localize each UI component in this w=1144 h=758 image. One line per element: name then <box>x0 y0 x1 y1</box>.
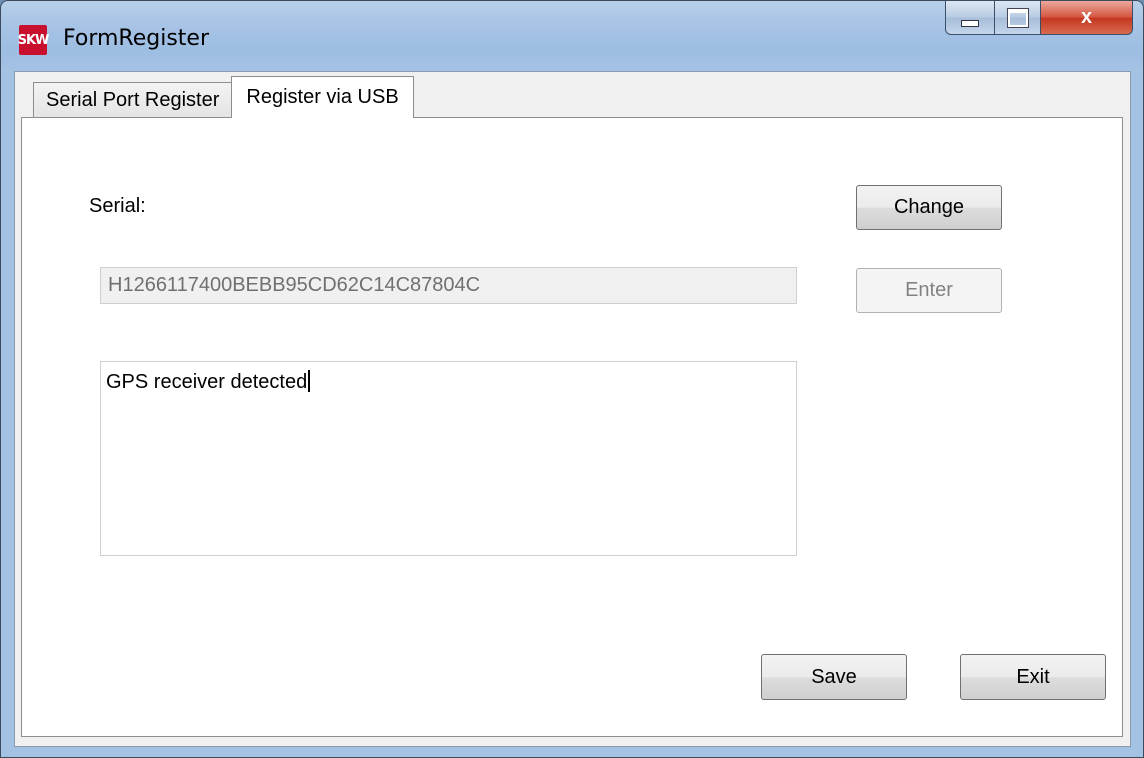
window-title: FormRegister <box>63 26 209 51</box>
form-register-window: SKW FormRegister x Serial Port Register … <box>0 0 1144 758</box>
maximize-button[interactable] <box>995 1 1041 35</box>
status-log-text: GPS receiver detected <box>106 371 308 393</box>
tab-register-via-usb[interactable]: Register via USB <box>231 76 414 118</box>
client-area: Serial Port Register Register via USB Se… <box>14 71 1131 747</box>
title-bar[interactable]: SKW FormRegister x <box>1 1 1143 71</box>
close-button[interactable]: x <box>1041 1 1133 35</box>
change-button[interactable]: Change <box>856 185 1002 230</box>
serial-label: Serial: <box>89 195 146 217</box>
enter-button[interactable]: Enter <box>856 268 1002 313</box>
tab-strip: Serial Port Register Register via USB <box>33 74 414 118</box>
close-icon: x <box>1080 6 1093 28</box>
text-caret <box>308 370 311 392</box>
minimize-icon <box>961 20 979 27</box>
tab-serial-port-register[interactable]: Serial Port Register <box>33 82 233 118</box>
maximize-icon <box>1007 8 1028 27</box>
register-via-usb-panel: Serial: H1266117400BEBB95CD62C14C87804C … <box>21 117 1123 737</box>
serial-field[interactable]: H1266117400BEBB95CD62C14C87804C <box>100 267 797 304</box>
app-icon[interactable]: SKW <box>18 25 49 55</box>
minimize-button[interactable] <box>945 1 995 35</box>
save-button[interactable]: Save <box>761 654 907 700</box>
status-log-textarea[interactable]: GPS receiver detected <box>100 361 797 556</box>
window-controls: x <box>945 1 1133 35</box>
exit-button[interactable]: Exit <box>960 654 1106 700</box>
